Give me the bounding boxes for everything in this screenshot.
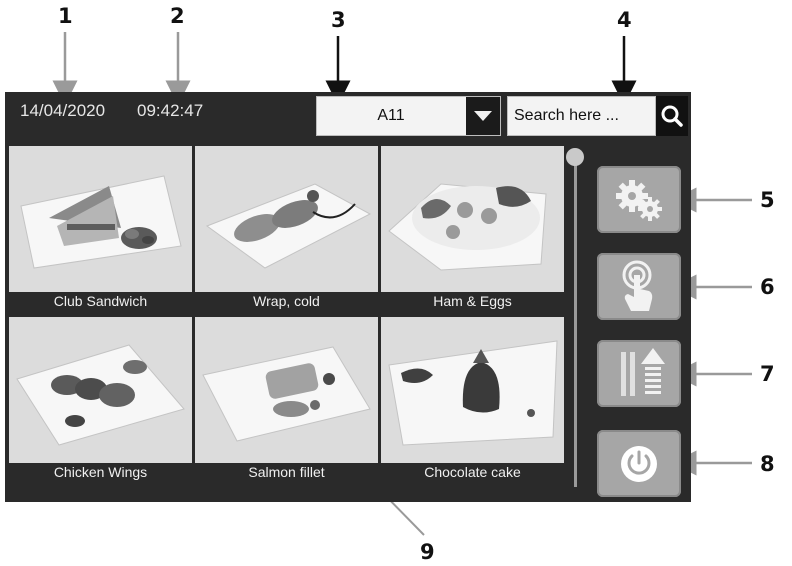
menu-grid: Club Sandwich Wrap, cold Ham & Eggs Chic… xyxy=(9,146,565,494)
menu-item-ham-eggs[interactable]: Ham & Eggs xyxy=(381,146,564,314)
scrollbar-thumb[interactable] xyxy=(566,148,584,166)
menu-item-label: Chocolate cake xyxy=(424,464,521,480)
menu-item-label: Wrap, cold xyxy=(253,293,320,309)
search-box[interactable] xyxy=(507,96,656,136)
date-display: 14/04/2020 xyxy=(20,101,106,120)
power-icon xyxy=(621,446,657,482)
dish-image xyxy=(195,317,378,463)
table-selector[interactable]: A11 xyxy=(316,96,501,136)
menu-item-label: Ham & Eggs xyxy=(433,293,512,309)
dish-image xyxy=(195,146,378,292)
menu-item-label: Chicken Wings xyxy=(53,464,148,480)
time-display: 09:42:47 xyxy=(137,101,204,120)
search-input[interactable] xyxy=(508,97,655,135)
dish-image xyxy=(9,317,192,463)
search-button[interactable] xyxy=(656,96,688,136)
gears-icon xyxy=(616,180,662,221)
table-selector-value: A11 xyxy=(377,107,405,124)
dish-image xyxy=(381,146,564,292)
search-icon xyxy=(661,105,683,127)
menu-item-wrap-cold[interactable]: Wrap, cold xyxy=(195,146,378,314)
scrollbar-track[interactable] xyxy=(574,150,577,487)
menu-item-salmon-fillet[interactable]: Salmon fillet xyxy=(195,317,378,485)
power-button[interactable] xyxy=(597,430,681,497)
menu-item-chicken-wings[interactable]: Chicken Wings xyxy=(9,317,192,485)
level-up-button[interactable] xyxy=(597,340,681,407)
terminal-screen: 14/04/2020 09:42:47 A11 Search here ... … xyxy=(5,92,691,502)
dish-image xyxy=(381,317,564,463)
menu-item-club-sandwich[interactable]: Club Sandwich xyxy=(9,146,192,314)
level-up-icon xyxy=(621,348,665,396)
touch-hand-icon xyxy=(622,260,653,311)
dish-image xyxy=(9,146,192,292)
menu-item-label: Salmon fillet xyxy=(248,464,325,480)
touch-mode-button[interactable] xyxy=(597,253,681,320)
settings-button[interactable] xyxy=(597,166,681,233)
menu-item-chocolate-cake[interactable]: Chocolate cake xyxy=(381,317,564,485)
chevron-down-icon[interactable] xyxy=(466,97,500,135)
menu-item-label: Club Sandwich xyxy=(53,293,148,309)
